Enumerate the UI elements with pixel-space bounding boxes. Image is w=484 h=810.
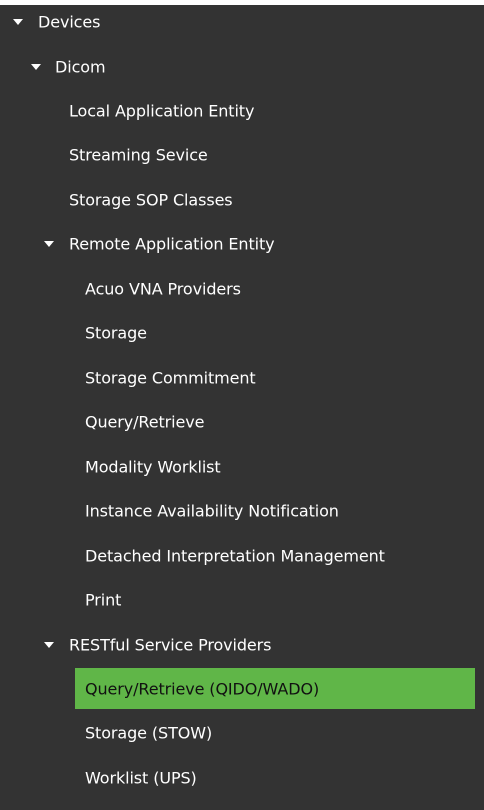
tree-node-label: Worklist (UPS) xyxy=(85,768,197,788)
tree-node-streaming-service[interactable]: Streaming Sevice xyxy=(0,136,484,174)
tree-node-local-application-entity[interactable]: Local Application Entity xyxy=(0,92,484,130)
tree-node-label: Local Application Entity xyxy=(69,101,255,121)
tree-node-label: Dicom xyxy=(55,57,106,77)
tree-node-remote-application-entity[interactable]: Remote Application Entity xyxy=(0,225,484,263)
tree-node-label: Modality Worklist xyxy=(85,457,221,477)
caret-down-icon[interactable] xyxy=(13,19,23,25)
tree-node-dicom[interactable]: Dicom xyxy=(0,48,484,86)
caret-down-icon[interactable] xyxy=(44,642,54,648)
tree-node-label: Detached Interpretation Management xyxy=(85,546,385,566)
tree-node-label: Acuo VNA Providers xyxy=(85,279,241,299)
tree-node-label: Remote Application Entity xyxy=(69,234,275,254)
tree-node-worklist-ups[interactable]: Worklist (UPS) xyxy=(0,759,484,797)
tree-node-devices[interactable]: Devices xyxy=(0,3,484,41)
caret-down-icon[interactable] xyxy=(31,64,41,70)
tree-node-storage-sop-classes[interactable]: Storage SOP Classes xyxy=(0,181,484,219)
tree-node-storage[interactable]: Storage xyxy=(0,314,484,352)
tree-node-label: Storage Commitment xyxy=(85,368,256,388)
tree-node-label: RESTful Service Providers xyxy=(69,635,272,655)
tree-node-modality-worklist[interactable]: Modality Worklist xyxy=(0,448,484,486)
tree-node-storage-commitment[interactable]: Storage Commitment xyxy=(0,359,484,397)
tree-node-label: Streaming Sevice xyxy=(69,145,208,165)
tree-node-label: Storage xyxy=(85,323,147,343)
tree-node-label: Print xyxy=(85,590,122,610)
tree-node-label: Devices xyxy=(38,12,101,32)
tree-node-print[interactable]: Print xyxy=(0,581,484,619)
tree-node-instance-availability-notification[interactable]: Instance Availability Notification xyxy=(0,492,484,530)
caret-down-icon[interactable] xyxy=(44,241,54,247)
tree-node-storage-stow[interactable]: Storage (STOW) xyxy=(0,714,484,752)
tree-node-label: Query/Retrieve xyxy=(85,412,205,432)
tree-node-detached-interpretation-management[interactable]: Detached Interpretation Management xyxy=(0,537,484,575)
tree-node-query-retrieve-qido-wado[interactable]: Query/Retrieve (QIDO/WADO) xyxy=(0,668,484,709)
tree-node-label: Storage SOP Classes xyxy=(69,190,233,210)
tree-node-label: Storage (STOW) xyxy=(85,723,213,743)
tree-node-acuo-vna-providers[interactable]: Acuo VNA Providers xyxy=(0,270,484,308)
tree-node-restful-service-providers[interactable]: RESTful Service Providers xyxy=(0,626,484,664)
device-tree-panel: Devices Dicom Local Application Entity S… xyxy=(0,0,484,810)
tree-node-label: Instance Availability Notification xyxy=(85,501,339,521)
tree-node-query-retrieve[interactable]: Query/Retrieve xyxy=(0,403,484,441)
tree-node-label: Query/Retrieve (QIDO/WADO) xyxy=(85,679,320,698)
